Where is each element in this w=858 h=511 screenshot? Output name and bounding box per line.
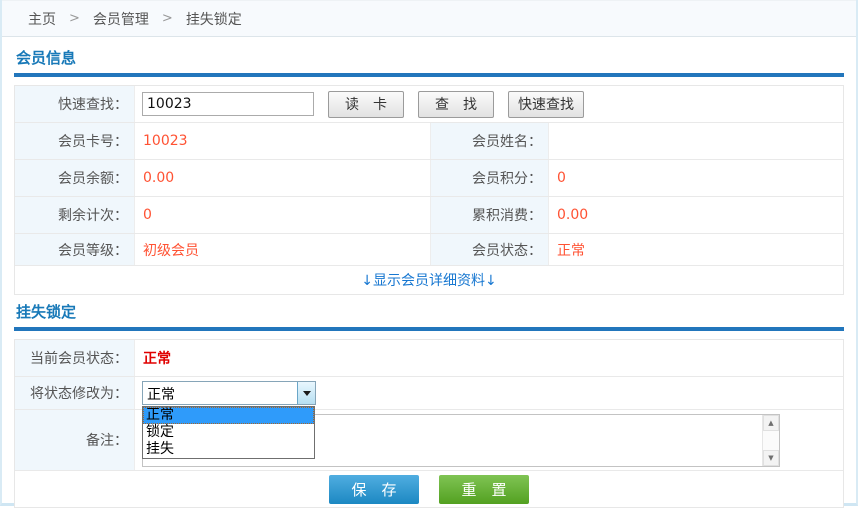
current-status-label: 当前会员状态： — [15, 340, 135, 376]
dropdown-option-lost[interactable]: 挂失 — [143, 441, 314, 458]
page: 主页 > 会员管理 > 挂失锁定 会员信息 快速查找： 读 卡 查 找 快速查找… — [0, 0, 858, 506]
section-underline — [14, 327, 844, 331]
status-select[interactable]: 正常 — [142, 381, 316, 405]
balance-value: 0.00 — [135, 160, 431, 196]
dropdown-option-locked[interactable]: 锁定 — [143, 424, 314, 441]
total-consumption-label: 累积消费： — [431, 197, 549, 233]
change-status-label: 将状态修改为： — [15, 377, 135, 409]
card-number-label: 会员卡号： — [15, 123, 135, 159]
breadcrumb: 主页 > 会员管理 > 挂失锁定 — [2, 0, 856, 37]
quick-search-input[interactable] — [142, 92, 314, 116]
total-consumption-value: 0.00 — [549, 197, 843, 233]
table-row: 剩余计次： 0 累积消费： 0.00 — [15, 196, 843, 233]
textarea-scrollbar[interactable]: ▲ ▼ — [762, 415, 779, 466]
action-buttons-row: 保 存 重 置 — [15, 470, 843, 507]
card-number-value: 10023 — [135, 123, 431, 159]
dropdown-option-normal[interactable]: 正常 — [143, 407, 314, 424]
breadcrumb-member-management[interactable]: 会员管理 — [93, 9, 149, 29]
scroll-up-icon[interactable]: ▲ — [763, 415, 779, 431]
remaining-times-label: 剩余计次： — [15, 197, 135, 233]
member-name-label: 会员姓名： — [431, 123, 549, 159]
quick-search-row: 快速查找： 读 卡 查 找 快速查找 — [15, 86, 843, 122]
section-title-lock: 挂失锁定 — [14, 301, 844, 322]
change-status-row: 将状态修改为： 正常 正常 锁定 挂失 — [15, 376, 843, 409]
status-dropdown-list: 正常 锁定 挂失 — [142, 406, 315, 459]
reset-button[interactable]: 重 置 — [439, 475, 529, 504]
remark-row: 备注： ▲ ▼ — [15, 409, 843, 470]
read-card-button[interactable]: 读 卡 — [328, 91, 404, 118]
member-level-value: 初级会员 — [135, 234, 431, 265]
current-status-text: 正常 — [143, 348, 171, 368]
section-underline — [14, 73, 844, 77]
remark-label: 备注： — [15, 410, 135, 470]
scroll-down-icon[interactable]: ▼ — [763, 450, 779, 466]
content: 会员信息 快速查找： 读 卡 查 找 快速查找 会员卡号： 10023 会员姓名… — [2, 37, 856, 508]
change-status-cell: 正常 正常 锁定 挂失 — [135, 377, 843, 409]
show-member-details-link[interactable]: ↓显示会员详细资料↓ — [361, 270, 496, 290]
points-value: 0 — [549, 160, 843, 196]
breadcrumb-home[interactable]: 主页 — [28, 9, 56, 29]
save-button[interactable]: 保 存 — [329, 475, 419, 504]
table-row: 会员等级： 初级会员 会员状态： 正常 — [15, 233, 843, 265]
section-title-member-info: 会员信息 — [14, 47, 844, 68]
member-status-value: 正常 — [549, 234, 843, 265]
member-status-label: 会员状态： — [431, 234, 549, 265]
search-button[interactable]: 查 找 — [418, 91, 494, 118]
triangle-icon — [303, 391, 311, 400]
quick-search-label: 快速查找： — [15, 86, 135, 122]
quick-search-cell: 读 卡 查 找 快速查找 — [135, 86, 843, 122]
current-status-value: 正常 — [135, 340, 843, 376]
lock-table: 当前会员状态： 正常 将状态修改为： 正常 正常 锁定 挂失 — [14, 339, 844, 508]
current-status-row: 当前会员状态： 正常 — [15, 340, 843, 376]
quick-find-button[interactable]: 快速查找 — [508, 91, 584, 118]
remaining-times-value: 0 — [135, 197, 431, 233]
points-label: 会员积分： — [431, 160, 549, 196]
table-row: 会员卡号： 10023 会员姓名： — [15, 122, 843, 159]
breadcrumb-current-page: 挂失锁定 — [186, 9, 242, 29]
member-level-label: 会员等级： — [15, 234, 135, 265]
balance-label: 会员余额： — [15, 160, 135, 196]
status-select-value: 正常 — [143, 382, 297, 404]
breadcrumb-separator-icon: > — [69, 11, 80, 26]
member-info-table: 快速查找： 读 卡 查 找 快速查找 会员卡号： 10023 会员姓名： 会员余… — [14, 85, 844, 295]
member-name-value — [549, 123, 843, 159]
details-link-row: ↓显示会员详细资料↓ — [15, 265, 843, 294]
table-row: 会员余额： 0.00 会员积分： 0 — [15, 159, 843, 196]
chevron-down-icon[interactable] — [297, 382, 315, 404]
breadcrumb-separator-icon: > — [162, 11, 173, 26]
